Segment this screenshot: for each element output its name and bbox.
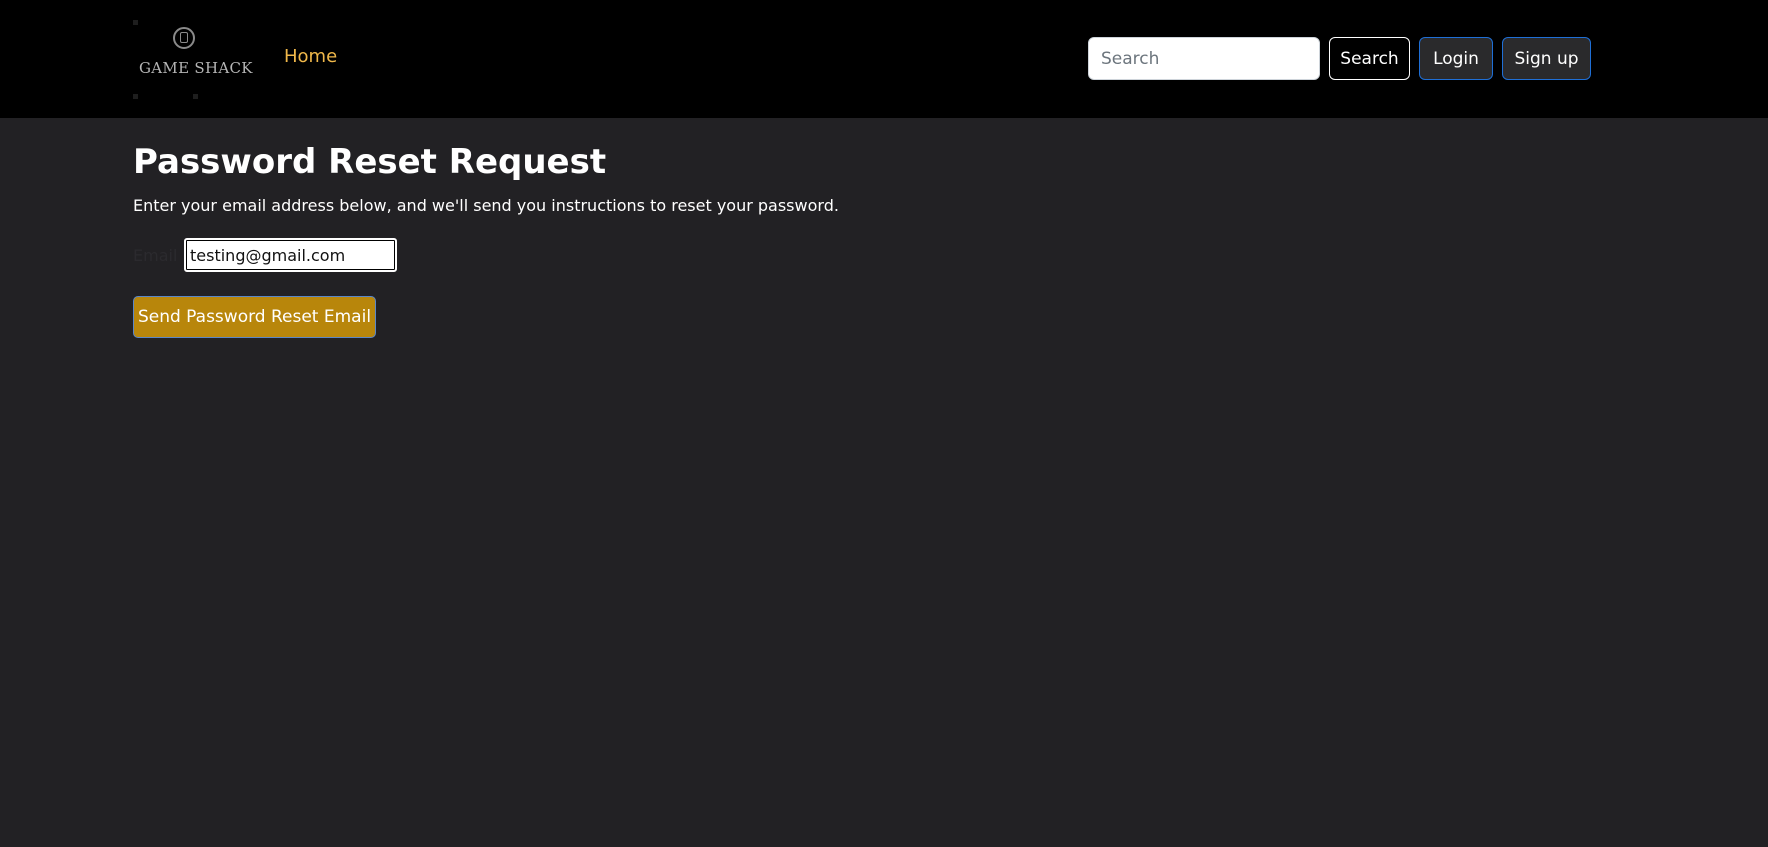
- game-shack-logo[interactable]: GAME SHACK: [133, 14, 252, 104]
- email-label: Email: [133, 246, 178, 265]
- logo-corner-mark: [193, 94, 198, 99]
- controller-badge-icon: [173, 27, 195, 49]
- logo-corner-mark: [133, 94, 138, 99]
- send-reset-email-button[interactable]: Send Password Reset Email: [133, 296, 376, 338]
- email-input[interactable]: [184, 238, 397, 272]
- signup-button[interactable]: Sign up: [1502, 37, 1591, 80]
- page-description: Enter your email address below, and we'l…: [133, 196, 839, 215]
- search-input[interactable]: [1088, 37, 1320, 80]
- nav-link-home[interactable]: Home: [284, 46, 337, 67]
- login-button[interactable]: Login: [1419, 37, 1493, 80]
- logo-text: GAME SHACK: [139, 59, 253, 77]
- logo-corner-mark: [133, 20, 138, 25]
- search-button[interactable]: Search: [1329, 37, 1410, 80]
- page-title: Password Reset Request: [133, 142, 607, 182]
- navbar: GAME SHACK Home Search Login Sign up: [0, 0, 1768, 118]
